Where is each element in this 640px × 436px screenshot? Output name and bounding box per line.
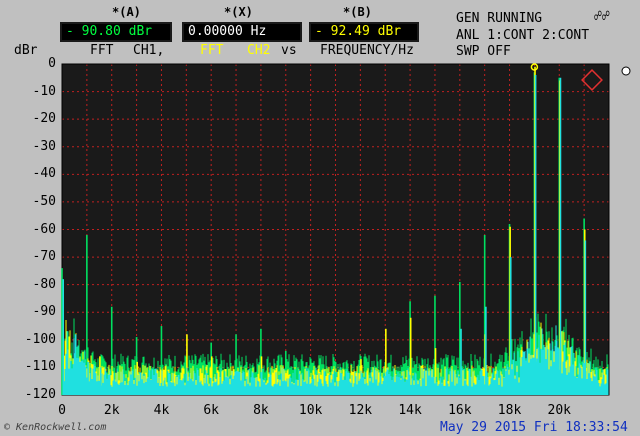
watermark: © KenRockwell.com (4, 422, 107, 433)
analyzer-screen: *(A) - 90.80 dBr *(X) 0.00000 Hz *(B) - … (0, 0, 640, 436)
side-indicator (621, 66, 631, 76)
timestamp: May 29 2015 Fri 18:33:54 (440, 420, 628, 435)
fft-plot[interactable] (0, 0, 640, 436)
